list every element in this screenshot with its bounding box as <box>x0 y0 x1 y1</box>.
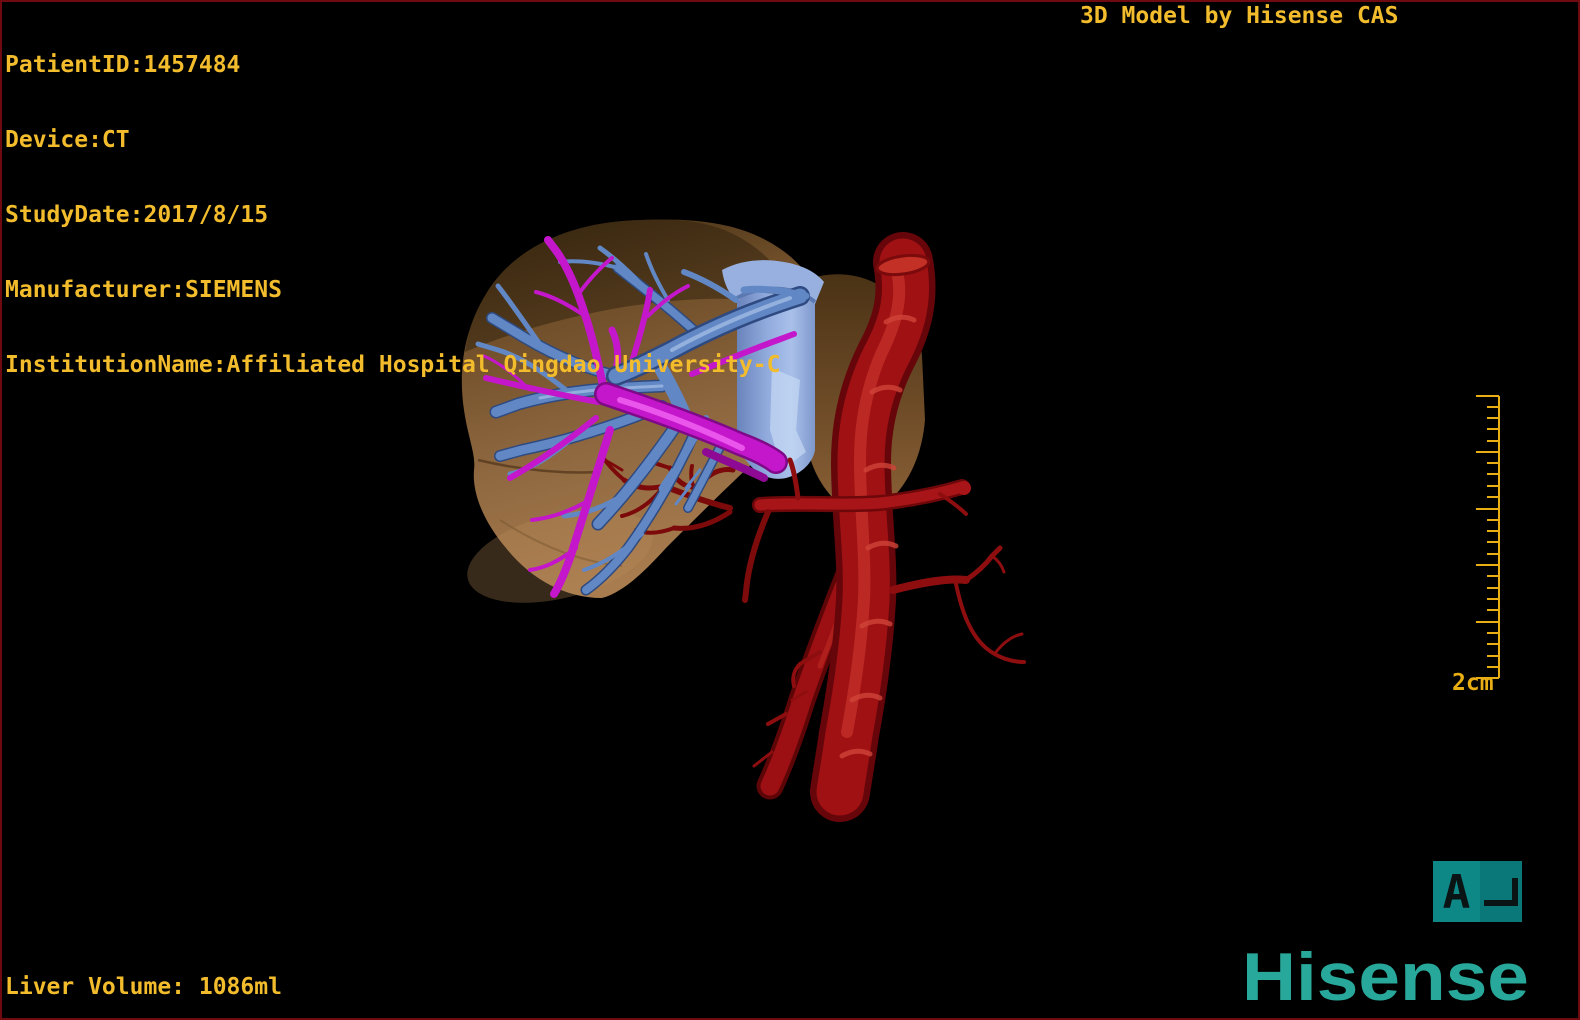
manufacturer: Manufacturer:SIEMENS <box>5 277 282 303</box>
orientation-letter: A <box>1433 861 1480 922</box>
scale-ruler <box>1476 395 1500 679</box>
study-date: StudyDate:2017/8/15 <box>5 202 269 228</box>
institution-name: InstitutionName:Affiliated Hospital Qing… <box>5 352 781 378</box>
scale-label: 2cm <box>1452 670 1494 696</box>
hisense-logo: Hisense <box>1242 939 1529 1015</box>
patient-id: PatientID:1457484 <box>5 52 241 78</box>
rotation-corner-icon <box>1480 861 1522 922</box>
liver-volume-label: Liver Volume: 1086ml <box>5 974 282 1000</box>
patient-info-overlay: PatientID:1457484 Device:CT StudyDate:20… <box>5 3 780 403</box>
device: Device:CT <box>5 127 130 153</box>
orientation-badge[interactable]: A <box>1433 861 1522 922</box>
watermark-title: 3D Model by Hisense CAS <box>1080 3 1399 29</box>
corner-glyph-icon <box>1484 877 1518 906</box>
